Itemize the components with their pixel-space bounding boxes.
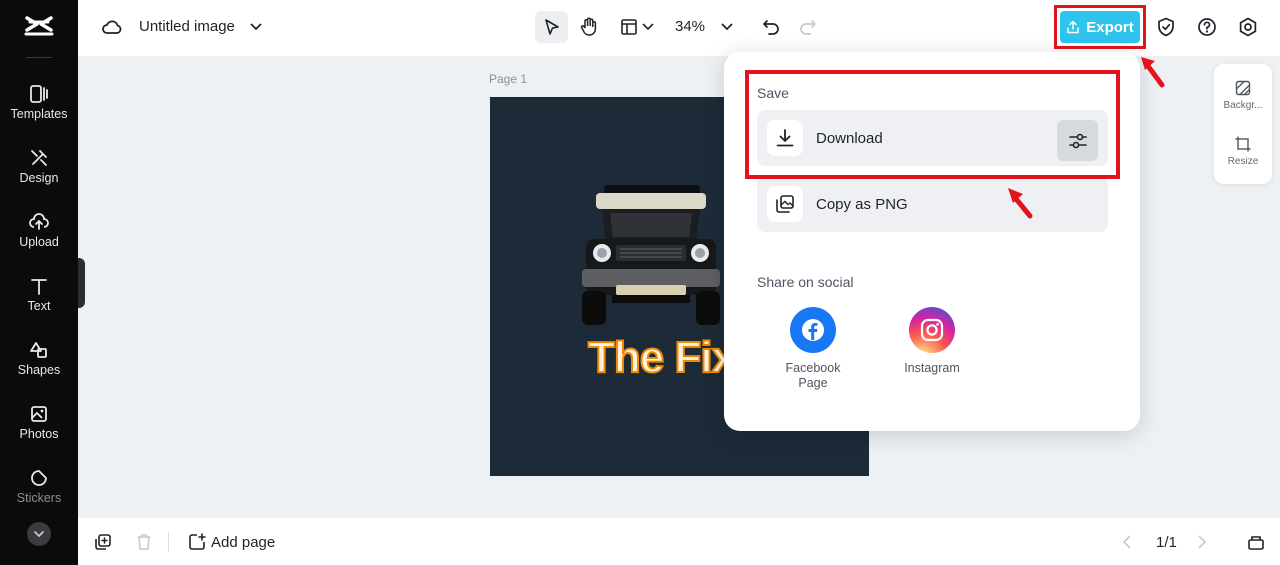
- prev-page-chevron-icon[interactable]: [1117, 533, 1135, 551]
- facebook-label: Facebook Page: [785, 361, 841, 390]
- download-pointer-arrow-icon: [1008, 188, 1033, 219]
- copy-as-png-option[interactable]: Copy as PNG: [757, 176, 1108, 232]
- document-title[interactable]: Untitled image: [139, 18, 235, 35]
- instagram-label: Instagram: [904, 361, 960, 375]
- next-page-chevron-icon[interactable]: [1193, 533, 1211, 551]
- right-tool-panel: Backgr... Resize: [1214, 64, 1272, 184]
- hand-tool-button[interactable]: [577, 14, 601, 40]
- layout-menu-button[interactable]: [617, 14, 657, 40]
- redo-button[interactable]: [797, 16, 819, 38]
- sidebar-item-photos[interactable]: Photos: [0, 404, 78, 462]
- save-highlight-box: [745, 70, 1120, 179]
- export-upload-icon: [1067, 20, 1079, 34]
- text-icon: [31, 279, 47, 295]
- stickers-icon: [31, 470, 47, 486]
- help-button[interactable]: [1196, 16, 1218, 38]
- upload-icon: [29, 213, 49, 230]
- page-panel-button[interactable]: [1245, 532, 1267, 552]
- shield-check-icon: [1158, 17, 1174, 37]
- layout-icon: [621, 19, 637, 35]
- page-label: Page 1: [489, 72, 528, 86]
- hand-icon: [580, 17, 597, 36]
- sidebar-item-text[interactable]: Text: [0, 276, 78, 334]
- title-chevron-down-icon[interactable]: [248, 18, 264, 36]
- add-page-icon[interactable]: [187, 532, 207, 552]
- sidebar-item-label: Upload: [19, 235, 59, 249]
- sidebar-item-label: Design: [19, 171, 59, 185]
- suv-image[interactable]: [576, 179, 726, 329]
- sidebar-item-stickers[interactable]: Stickers: [0, 468, 78, 526]
- templates-icon: [30, 85, 48, 103]
- page-panel-icon: [1248, 536, 1264, 550]
- sidebar-item-label: Stickers: [16, 491, 62, 505]
- trash-icon: [137, 534, 151, 550]
- share-facebook-page[interactable]: Facebook Page: [773, 307, 853, 391]
- duplicate-page-button[interactable]: [93, 532, 113, 552]
- sidebar-collapse-handle[interactable]: [78, 258, 85, 308]
- zoom-level[interactable]: 34%: [675, 18, 705, 35]
- background-icon: [1235, 80, 1251, 96]
- shield-button[interactable]: [1155, 16, 1177, 38]
- resize-icon: [1235, 136, 1251, 152]
- sidebar-item-upload[interactable]: Upload: [0, 212, 78, 270]
- cursor-icon: [544, 19, 559, 35]
- help-icon: [1198, 18, 1216, 36]
- copy-image-icon: [767, 186, 803, 222]
- facebook-icon: [790, 307, 836, 353]
- export-label: Export: [1086, 18, 1134, 36]
- share-instagram[interactable]: Instagram: [892, 307, 972, 376]
- add-page-button[interactable]: Add page: [211, 534, 275, 551]
- export-pointer-arrow-icon: [1141, 57, 1165, 88]
- cloud-save-icon[interactable]: [101, 16, 123, 38]
- undo-icon: [763, 20, 779, 35]
- resize-tool-label: Resize: [1227, 156, 1259, 167]
- gear-icon: [1239, 17, 1257, 37]
- export-button[interactable]: Export: [1060, 11, 1140, 43]
- copy-as-png-label: Copy as PNG: [816, 196, 908, 213]
- sidebar-item-templates[interactable]: Templates: [0, 84, 78, 142]
- chevron-down-icon: [642, 23, 654, 31]
- sidebar-item-label: Shapes: [17, 363, 61, 377]
- photos-icon: [31, 406, 47, 422]
- background-tool-button[interactable]: Backgr...: [1214, 80, 1272, 111]
- more-chevron-icon[interactable]: [27, 522, 51, 546]
- resize-tool-button[interactable]: Resize: [1214, 136, 1272, 167]
- sidebar-item-label: Photos: [19, 427, 59, 441]
- sidebar-item-shapes[interactable]: Shapes: [0, 340, 78, 398]
- zoom-chevron-down-icon[interactable]: [718, 18, 736, 36]
- settings-button[interactable]: [1237, 16, 1259, 38]
- share-section-label: Share on social: [757, 274, 854, 290]
- duplicate-page-icon: [95, 534, 111, 550]
- sidebar-item-design[interactable]: Design: [0, 148, 78, 206]
- left-sidebar: Templates Design Upload Text Shapes Phot…: [0, 0, 78, 565]
- redo-icon: [800, 20, 816, 35]
- select-tool-button[interactable]: [535, 11, 568, 43]
- shapes-icon: [30, 342, 47, 358]
- capcut-logo-icon[interactable]: [24, 14, 54, 40]
- page-counter: 1/1: [1156, 534, 1177, 551]
- delete-page-button[interactable]: [134, 532, 154, 552]
- sidebar-divider: [26, 57, 52, 58]
- sidebar-item-label: Text: [27, 299, 51, 313]
- sidebar-item-label: Templates: [10, 107, 68, 121]
- bottom-divider: [168, 532, 169, 552]
- design-icon: [31, 150, 47, 166]
- instagram-icon: [909, 307, 955, 353]
- undo-button[interactable]: [760, 16, 782, 38]
- background-tool-label: Backgr...: [1223, 100, 1263, 111]
